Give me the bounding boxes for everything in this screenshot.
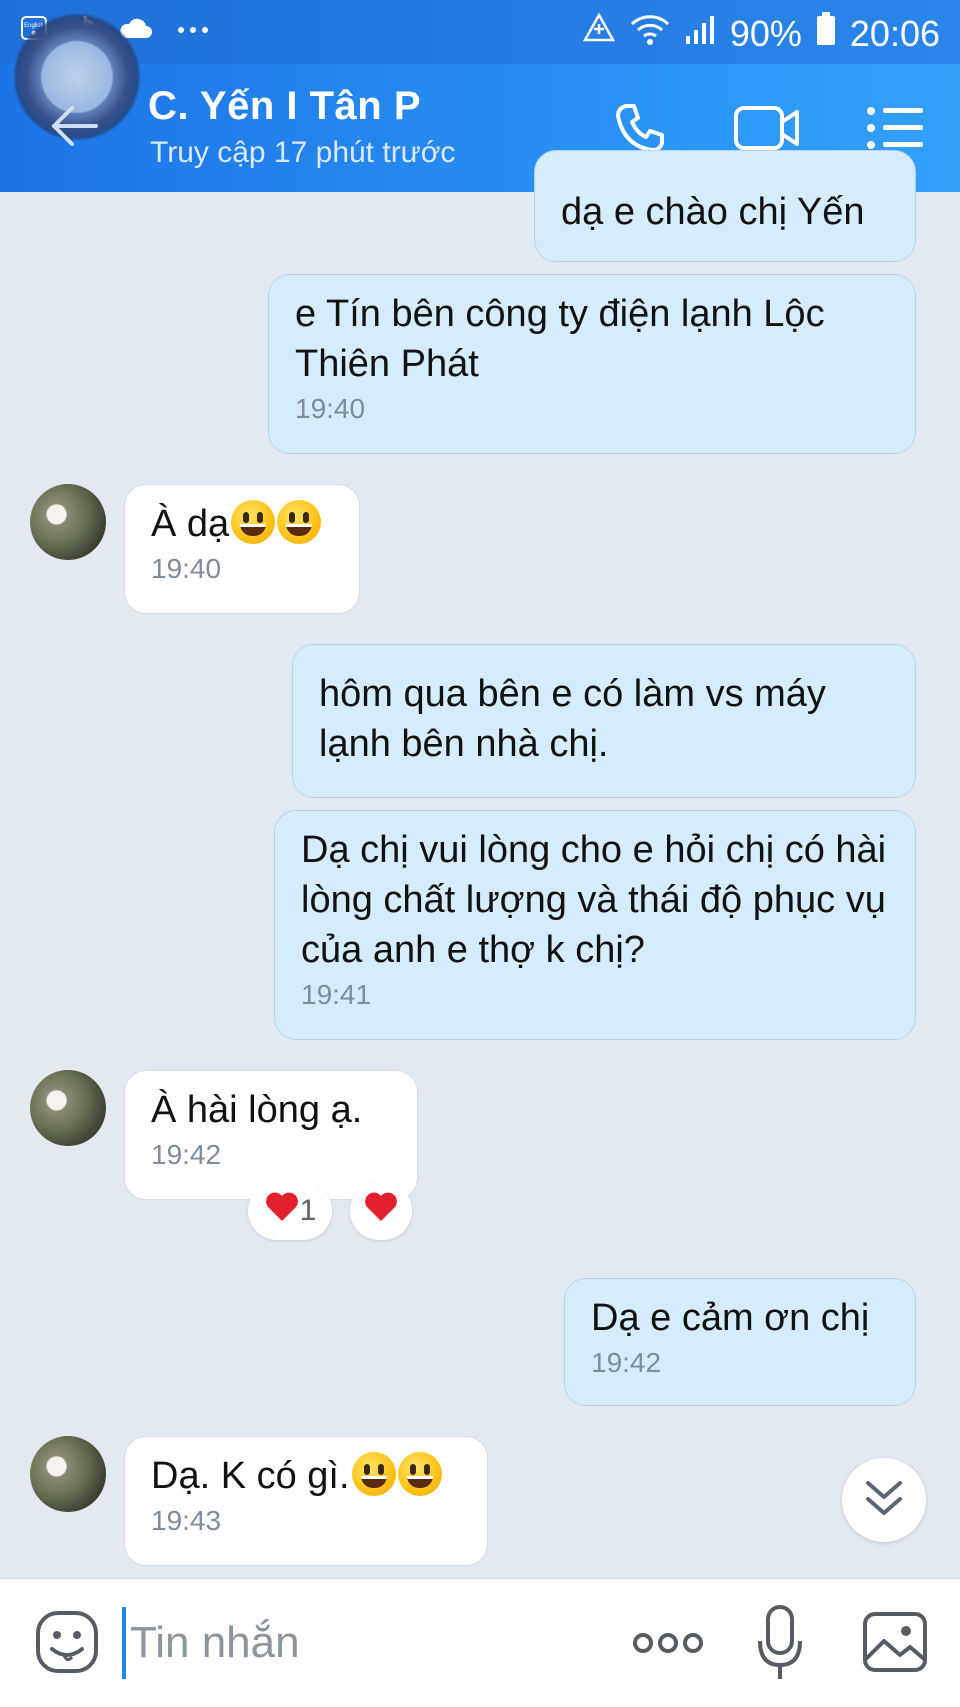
contact-name[interactable]: C. Yến I Tân P [148,84,421,129]
signal-icon [684,13,716,55]
reaction-summary[interactable]: 1 [248,1182,332,1240]
data-saver-icon [582,12,616,55]
message-text: dạ e chào chị Yến [561,191,865,233]
microphone-icon[interactable] [752,1601,808,1685]
grinning-emoji-icon [397,1452,442,1496]
avatar[interactable] [30,1436,106,1512]
message-text: À dạ [151,503,230,545]
avatar[interactable] [30,1070,106,1146]
double-chevron-down-icon [864,1479,904,1522]
message-text: hôm qua bên e có làm vs máy lạnh bên nhà… [319,673,826,765]
grinning-emoji-icon [277,500,322,544]
grinning-emoji-icon [351,1452,396,1496]
outgoing-message[interactable]: dạ e chào chị Yến [534,150,916,262]
incoming-message[interactable]: À dạ 19:40 [124,484,360,614]
more-dots-icon [176,22,210,40]
message-text: Dạ chị vui lòng cho e hỏi chị có hài lòn… [301,829,887,971]
message-time: 19:41 [301,979,372,1010]
message-text: Dạ e cảm ơn chị [591,1297,870,1339]
message-time: 19:42 [591,1347,662,1378]
message-time: 19:42 [151,1139,222,1170]
battery-icon [816,12,836,55]
phone-icon[interactable] [605,98,675,158]
back-arrow-icon[interactable] [48,104,100,153]
heart-icon [363,1191,399,1231]
message-input-bar [0,1578,960,1707]
grinning-emoji-icon [231,500,276,544]
menu-icon[interactable] [860,98,930,158]
battery-percent: 90% [729,12,802,54]
last-seen-status: Truy cập 17 phút trước [150,136,456,169]
outgoing-message[interactable]: e Tín bên công ty điện lạnh Lộc Thiên Ph… [268,274,916,454]
outgoing-message[interactable]: hôm qua bên e có làm vs máy lạnh bên nhà… [292,644,916,798]
message-text: e Tín bên công ty điện lạnh Lộc Thiên Ph… [295,293,825,385]
message-time: 19:40 [295,393,366,424]
message-time: 19:43 [151,1505,222,1536]
message-input[interactable] [122,1607,612,1679]
heart-icon [264,1191,300,1231]
message-text: À hài lòng ạ. [151,1089,363,1131]
video-call-icon[interactable] [732,98,802,158]
outgoing-message[interactable]: Dạ chị vui lòng cho e hỏi chị có hài lòn… [274,810,916,1040]
wifi-icon [630,13,670,55]
react-button[interactable] [350,1182,412,1240]
sticker-icon[interactable] [32,1607,102,1677]
clock: 20:06 [849,12,940,54]
avatar[interactable] [30,484,106,560]
incoming-message[interactable]: Dạ. K có gì. 19:43 [124,1436,488,1566]
reaction-count: 1 [299,1194,317,1227]
more-options-icon[interactable] [630,1623,706,1663]
outgoing-message[interactable]: Dạ e cảm ơn chị 19:42 [564,1278,916,1406]
message-text: Dạ. K có gì. [151,1455,350,1497]
incoming-message[interactable]: À hài lòng ạ. 19:42 [124,1070,418,1200]
scroll-to-bottom-button[interactable] [842,1458,926,1542]
image-icon[interactable] [860,1607,930,1677]
status-bar: English 90% 20:06 [0,0,960,64]
message-time: 19:40 [151,553,222,584]
